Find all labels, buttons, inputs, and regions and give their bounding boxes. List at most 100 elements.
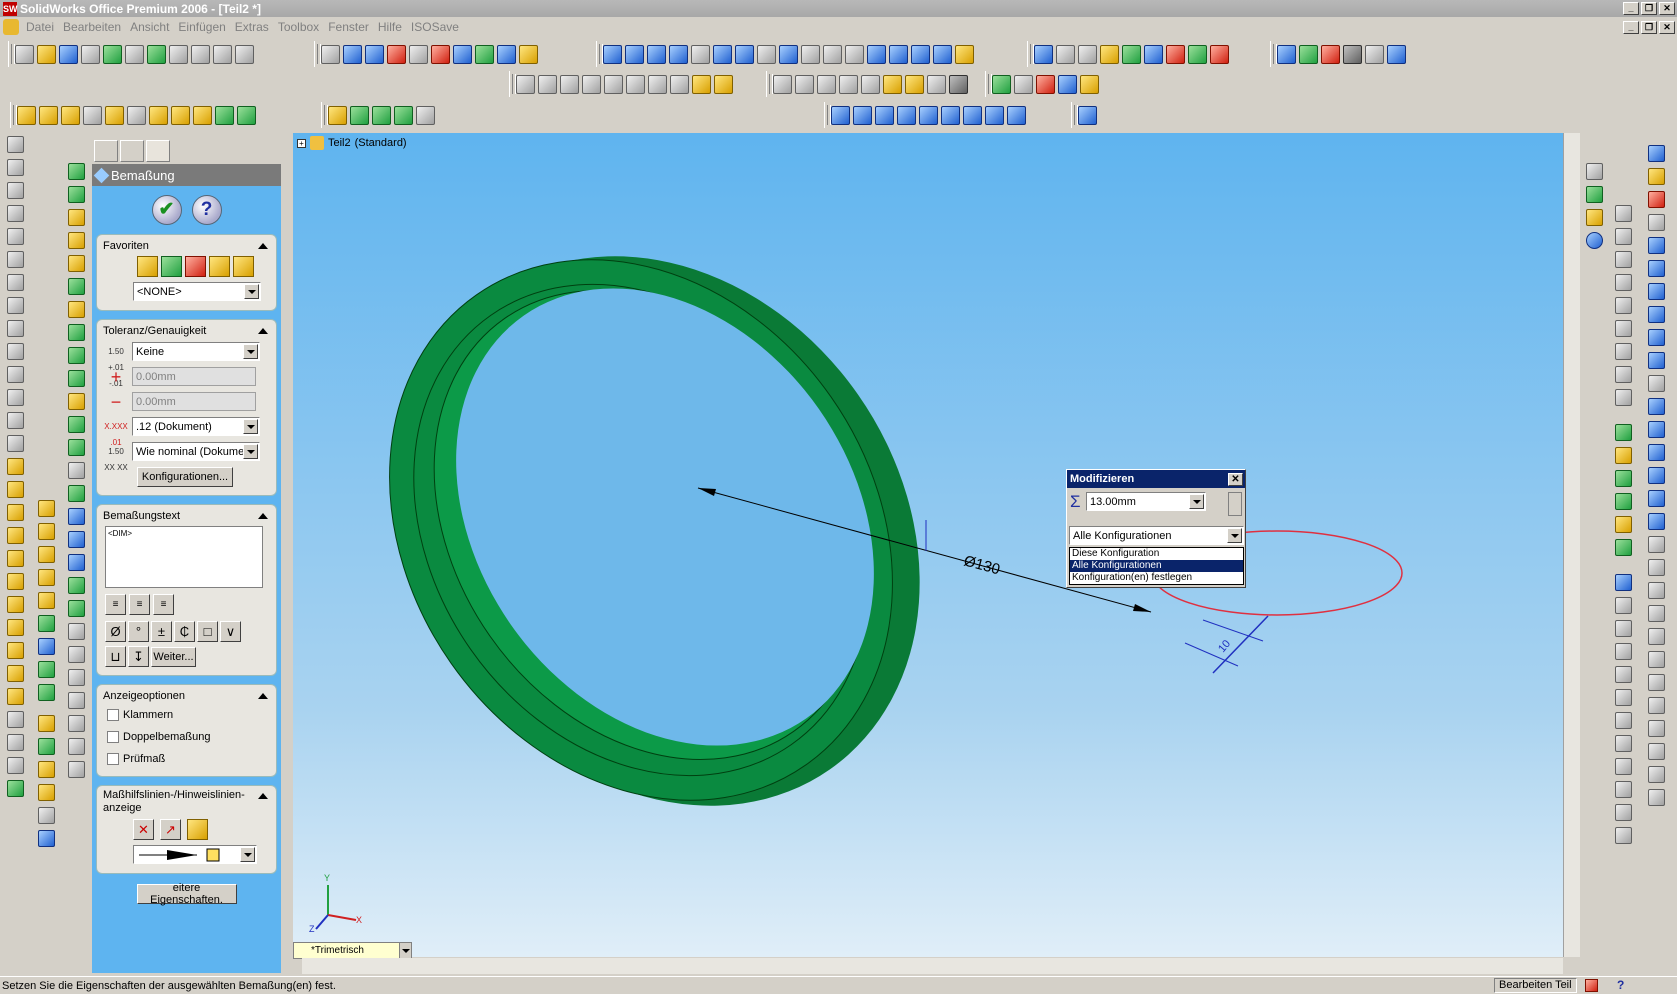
radiate-surface-icon[interactable] <box>67 439 85 456</box>
surface-extrude-icon[interactable] <box>67 324 85 341</box>
import-diagnostics-icon[interactable] <box>1210 44 1229 64</box>
sketch-text-icon[interactable] <box>1647 536 1665 553</box>
wrap-icon[interactable] <box>37 592 55 609</box>
combine-icon[interactable] <box>37 638 55 655</box>
draft-analysis-icon[interactable] <box>516 74 535 94</box>
add-relation-icon[interactable] <box>171 105 190 125</box>
sketch-move-icon[interactable] <box>6 435 24 452</box>
doc-restore-button[interactable]: ❐ <box>1641 20 1657 34</box>
arc-tool-icon[interactable] <box>1614 251 1632 268</box>
offset-surface-icon[interactable] <box>67 416 85 433</box>
klammern-option[interactable]: Klammern <box>101 704 272 726</box>
section-view-icon[interactable] <box>933 44 952 64</box>
line-tool-icon[interactable] <box>1614 228 1632 245</box>
curve-icon[interactable] <box>37 715 55 732</box>
smart-dimension-icon[interactable] <box>39 105 58 125</box>
curve-pattern-icon[interactable] <box>67 232 85 249</box>
projected-curve-icon[interactable] <box>37 761 55 778</box>
sketch-offset-icon[interactable] <box>6 343 24 360</box>
menu-bearbeiten[interactable]: Bearbeiten <box>60 20 127 34</box>
dimension-tool-icon[interactable] <box>1078 105 1097 125</box>
split-icon[interactable] <box>37 615 55 632</box>
ruled-surface-tool-icon[interactable] <box>67 692 85 709</box>
collapse-caret-icon[interactable] <box>258 243 268 249</box>
replace-face-icon[interactable] <box>67 623 85 640</box>
surface-sweep-icon[interactable] <box>67 370 85 387</box>
axis-icon[interactable] <box>350 105 369 125</box>
make-assembly-icon[interactable] <box>125 44 144 64</box>
dome-icon[interactable] <box>6 711 24 728</box>
view-orientation-select[interactable]: *Trimetrisch <box>293 942 412 959</box>
linear-pattern-icon[interactable] <box>67 163 85 180</box>
select-other-icon[interactable] <box>343 44 362 64</box>
edge-flange-icon[interactable] <box>795 74 814 94</box>
options-icon[interactable] <box>147 44 166 64</box>
end-cap-icon[interactable] <box>1614 493 1632 510</box>
point-draw-icon[interactable] <box>1647 444 1665 461</box>
circle-draw-icon[interactable] <box>1647 283 1665 300</box>
sketch-fillet-tool-icon[interactable] <box>1647 375 1665 392</box>
menu-extras[interactable]: Extras <box>232 20 275 34</box>
sketch-circle-icon[interactable] <box>6 182 24 199</box>
shadows-icon[interactable] <box>911 44 930 64</box>
more-properties-button[interactable]: eitere Eigenschaften. <box>136 882 237 906</box>
cut-loft-icon[interactable] <box>37 569 55 586</box>
align-right-icon[interactable]: ≡ <box>153 594 174 615</box>
sketch-point-icon[interactable] <box>6 251 24 268</box>
coordinate-system-icon[interactable] <box>372 105 391 125</box>
check-sketch-icon[interactable] <box>215 105 234 125</box>
spelling-icon[interactable] <box>1034 44 1053 64</box>
structural-member-icon[interactable] <box>1614 447 1632 464</box>
previous-view-icon[interactable] <box>757 44 776 64</box>
menu-ansicht[interactable]: Ansicht <box>127 20 175 34</box>
redo-icon[interactable] <box>235 44 254 64</box>
chamfer-icon[interactable] <box>6 596 24 613</box>
tab-feature-manager[interactable] <box>94 140 118 162</box>
precision-select[interactable]: .12 (Dokument) <box>132 417 260 436</box>
miter-flange-icon[interactable] <box>817 74 836 94</box>
diameter-dimension-text[interactable]: Ø130 <box>962 552 1002 578</box>
3d-sketch-mode-icon[interactable] <box>1647 168 1665 185</box>
unfold-icon[interactable] <box>927 74 946 94</box>
collapse-caret-icon[interactable] <box>258 693 268 699</box>
chevron-down-icon[interactable] <box>244 284 259 299</box>
annotation-icon[interactable] <box>1614 574 1632 591</box>
smart-dim-icon[interactable] <box>1647 191 1665 208</box>
indent-icon[interactable] <box>6 780 24 797</box>
mate-reference-icon[interactable] <box>416 105 435 125</box>
centerline-symbol-button[interactable]: ₵ <box>174 621 195 642</box>
planar-surface-icon[interactable] <box>67 485 85 502</box>
realview-icon[interactable] <box>955 44 974 64</box>
plus-minus-symbol-button[interactable]: ± <box>151 621 172 642</box>
measure-icon[interactable] <box>603 44 622 64</box>
chevron-down-icon[interactable] <box>1189 494 1204 509</box>
extension-line-hidden-icon[interactable]: ✕ <box>133 819 154 840</box>
document-menu-icon[interactable] <box>3 19 19 35</box>
rectangle-draw-icon[interactable] <box>1647 260 1665 277</box>
hem-icon[interactable] <box>839 74 858 94</box>
collapse-caret-icon[interactable] <box>258 513 268 519</box>
statistics-icon[interactable] <box>1188 44 1207 64</box>
vertical-scrollbar[interactable] <box>1563 133 1580 957</box>
geometric-tolerance-icon[interactable] <box>1614 689 1632 706</box>
sketch-centerline-icon[interactable] <box>6 274 24 291</box>
revolve-icon[interactable] <box>6 481 24 498</box>
scale-entities-icon[interactable] <box>1647 628 1665 645</box>
vertical-dimension-icon[interactable] <box>83 105 102 125</box>
equations-icon[interactable] <box>1166 44 1185 64</box>
menu-datei[interactable]: Datei <box>23 20 60 34</box>
fully-define-icon[interactable] <box>193 105 212 125</box>
trim-extend-icon[interactable] <box>1614 470 1632 487</box>
chevron-down-icon[interactable] <box>243 344 258 359</box>
menu-isosave[interactable]: ISOSave <box>408 20 465 34</box>
pan-icon[interactable] <box>735 44 754 64</box>
chevron-down-icon[interactable] <box>243 419 258 434</box>
undercut-icon[interactable] <box>538 74 557 94</box>
rib-icon[interactable] <box>6 619 24 636</box>
helix-icon[interactable] <box>37 738 55 755</box>
move-entities-icon[interactable] <box>1647 582 1665 599</box>
collapse-caret-icon[interactable] <box>258 328 268 334</box>
doppelbemassung-checkbox[interactable] <box>107 731 119 743</box>
bottom-view-icon[interactable] <box>963 105 982 125</box>
new-document-icon[interactable] <box>15 44 34 64</box>
